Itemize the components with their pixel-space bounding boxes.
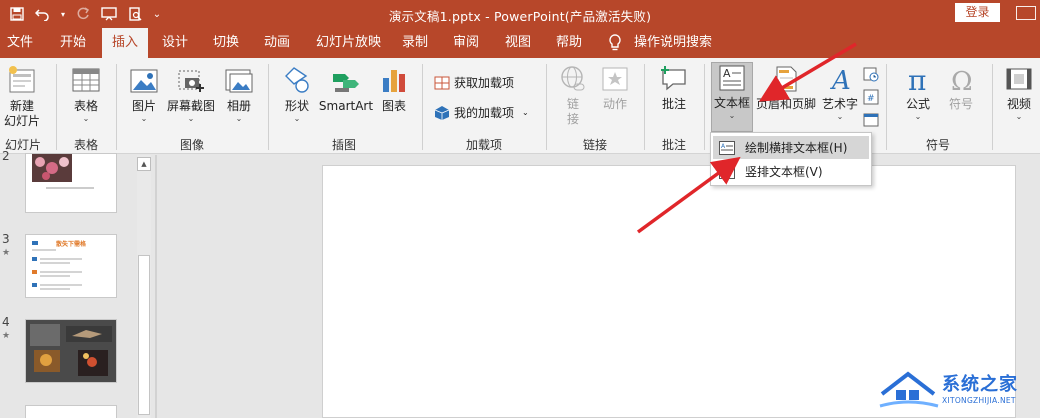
house-logo-icon <box>879 371 939 408</box>
annotation-arrows <box>636 42 857 234</box>
annotation-arrow <box>636 156 741 234</box>
annotation-arrow <box>758 42 857 102</box>
watermark-logo: 系统之家 XITONGZHIJIA.NET <box>876 366 1036 416</box>
